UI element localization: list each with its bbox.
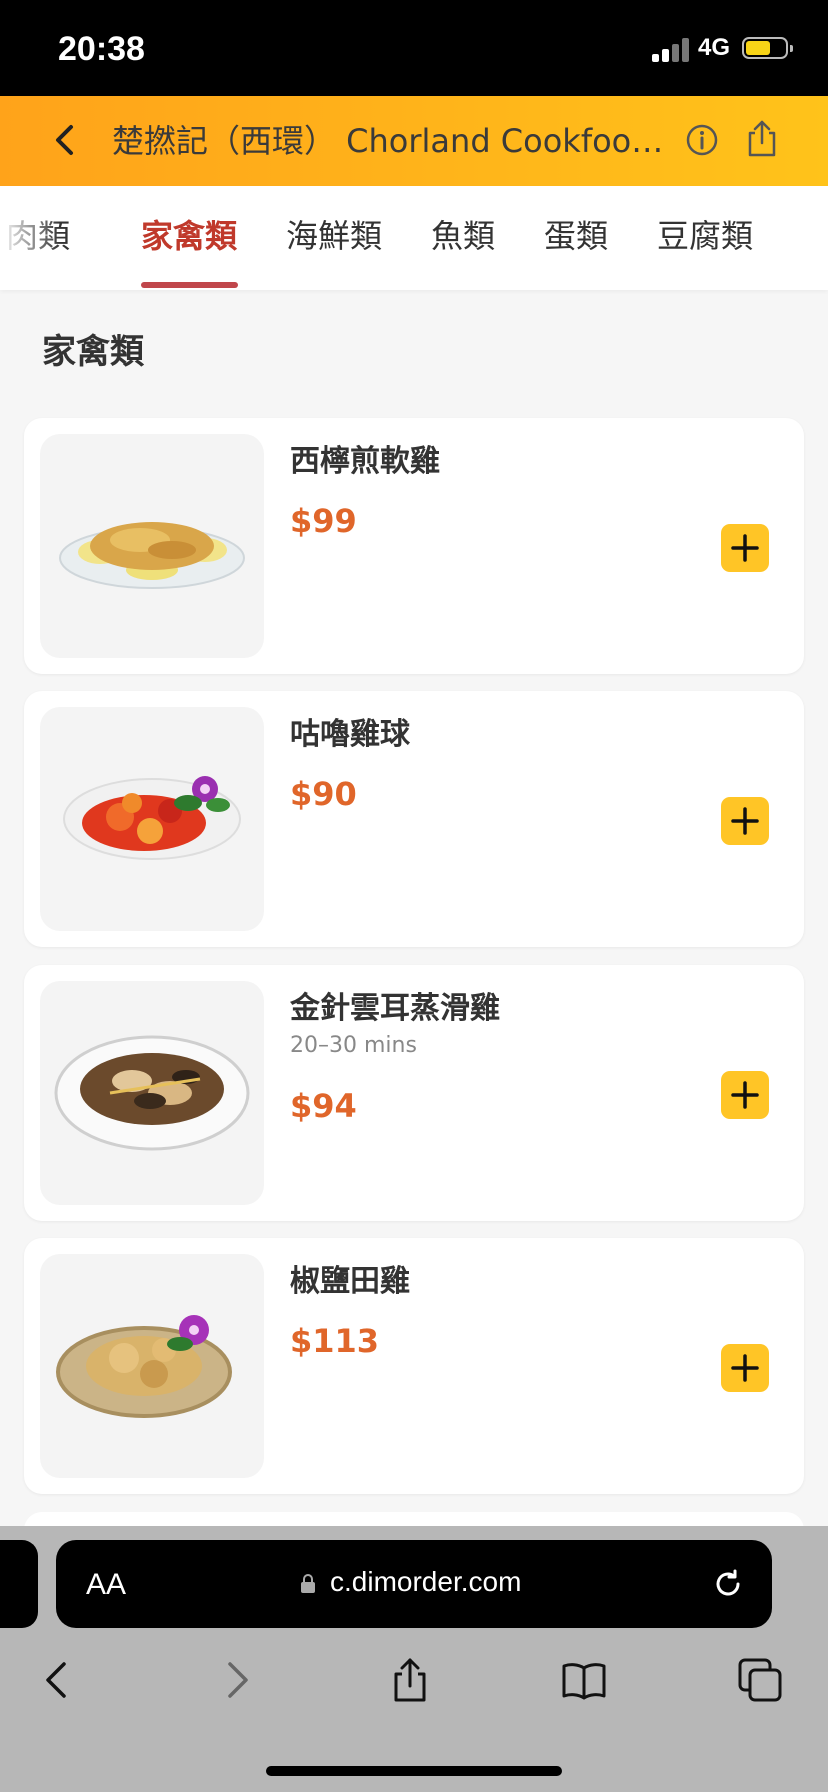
info-button[interactable] [684, 122, 720, 158]
category-tabs: 肉類 家禽類 海鮮類 魚類 蛋類 豆腐類 [0, 186, 828, 290]
menu-item-card[interactable]: 金針雲耳蒸滑雞 20–30 mins $94 [24, 965, 804, 1221]
tab-seafood[interactable]: 海鮮類 [286, 216, 382, 256]
browser-share-button[interactable] [386, 1656, 434, 1704]
signal-icon [652, 38, 692, 62]
add-to-cart-button[interactable] [721, 1071, 769, 1119]
dish-name: 椒鹽田雞 [290, 1264, 410, 1299]
status-time: 20:38 [58, 30, 145, 68]
back-button[interactable] [42, 116, 90, 164]
dish-name: 西檸煎軟雞 [290, 444, 440, 479]
menu-item-card[interactable]: 西檸煎軟雞 $99 [24, 418, 804, 674]
network-type: 4G [698, 34, 731, 61]
add-to-cart-button[interactable] [721, 524, 769, 572]
battery-icon [742, 37, 793, 59]
bookmarks-button[interactable] [560, 1656, 608, 1704]
previous-tab-edge[interactable] [0, 1540, 38, 1628]
dish-image [40, 707, 264, 931]
dish-image [40, 1254, 264, 1478]
reload-button[interactable] [710, 1566, 746, 1602]
share-icon [394, 1658, 426, 1702]
text-size-button[interactable]: AA [86, 1568, 126, 1602]
menu-item-card[interactable]: 咕嚕雞球 $90 [24, 691, 804, 947]
status-bar: 20:38 4G [0, 0, 828, 96]
menu-item-card[interactable]: 椒鹽田雞 $113 [24, 1238, 804, 1494]
info-icon [686, 124, 718, 156]
add-to-cart-button[interactable] [721, 1344, 769, 1392]
plus-icon [731, 534, 759, 562]
tab-fish[interactable]: 魚類 [431, 216, 495, 256]
address-bar[interactable]: AA c.dimorder.com [56, 1540, 772, 1628]
tabs-button[interactable] [736, 1656, 784, 1704]
chevron-right-icon [228, 1662, 248, 1698]
dish-price: $94 [290, 1087, 357, 1125]
lock-icon [301, 1574, 315, 1593]
book-icon [562, 1663, 606, 1700]
dish-name: 金針雲耳蒸滑雞 [290, 991, 500, 1026]
share-icon [748, 120, 776, 157]
tab-tofu[interactable]: 豆腐類 [657, 216, 753, 256]
prep-time: 20–30 mins [290, 1033, 417, 1058]
dish-price: $99 [290, 502, 357, 540]
reload-icon [716, 1569, 740, 1596]
plus-icon [731, 1354, 759, 1382]
add-to-cart-button[interactable] [721, 797, 769, 845]
plus-icon [731, 807, 759, 835]
share-button[interactable] [744, 118, 780, 158]
tab-poultry[interactable]: 家禽類 [141, 216, 237, 256]
dish-image [40, 981, 264, 1205]
dish-price: $90 [290, 775, 357, 813]
active-tab-indicator [141, 282, 238, 288]
tabs-fade [0, 186, 60, 290]
dish-name: 咕嚕雞球 [290, 717, 410, 752]
plus-icon [731, 1081, 759, 1109]
restaurant-header: 楚撚記（西環） Chorland Cookfoo… [0, 96, 828, 186]
chevron-left-icon [56, 125, 73, 155]
tab-eggs[interactable]: 蛋類 [544, 216, 608, 256]
section-title: 家禽類 [42, 332, 144, 372]
browser-forward-button[interactable] [212, 1656, 260, 1704]
dish-price: $113 [290, 1322, 380, 1360]
url-text: c.dimorder.com [330, 1566, 522, 1597]
tabs-icon [738, 1658, 782, 1702]
dish-image [40, 434, 264, 658]
restaurant-title: 楚撚記（西環） Chorland Cookfoo… [112, 122, 664, 160]
chevron-left-icon [46, 1662, 66, 1698]
browser-back-button[interactable] [34, 1656, 82, 1704]
home-indicator [266, 1766, 562, 1776]
